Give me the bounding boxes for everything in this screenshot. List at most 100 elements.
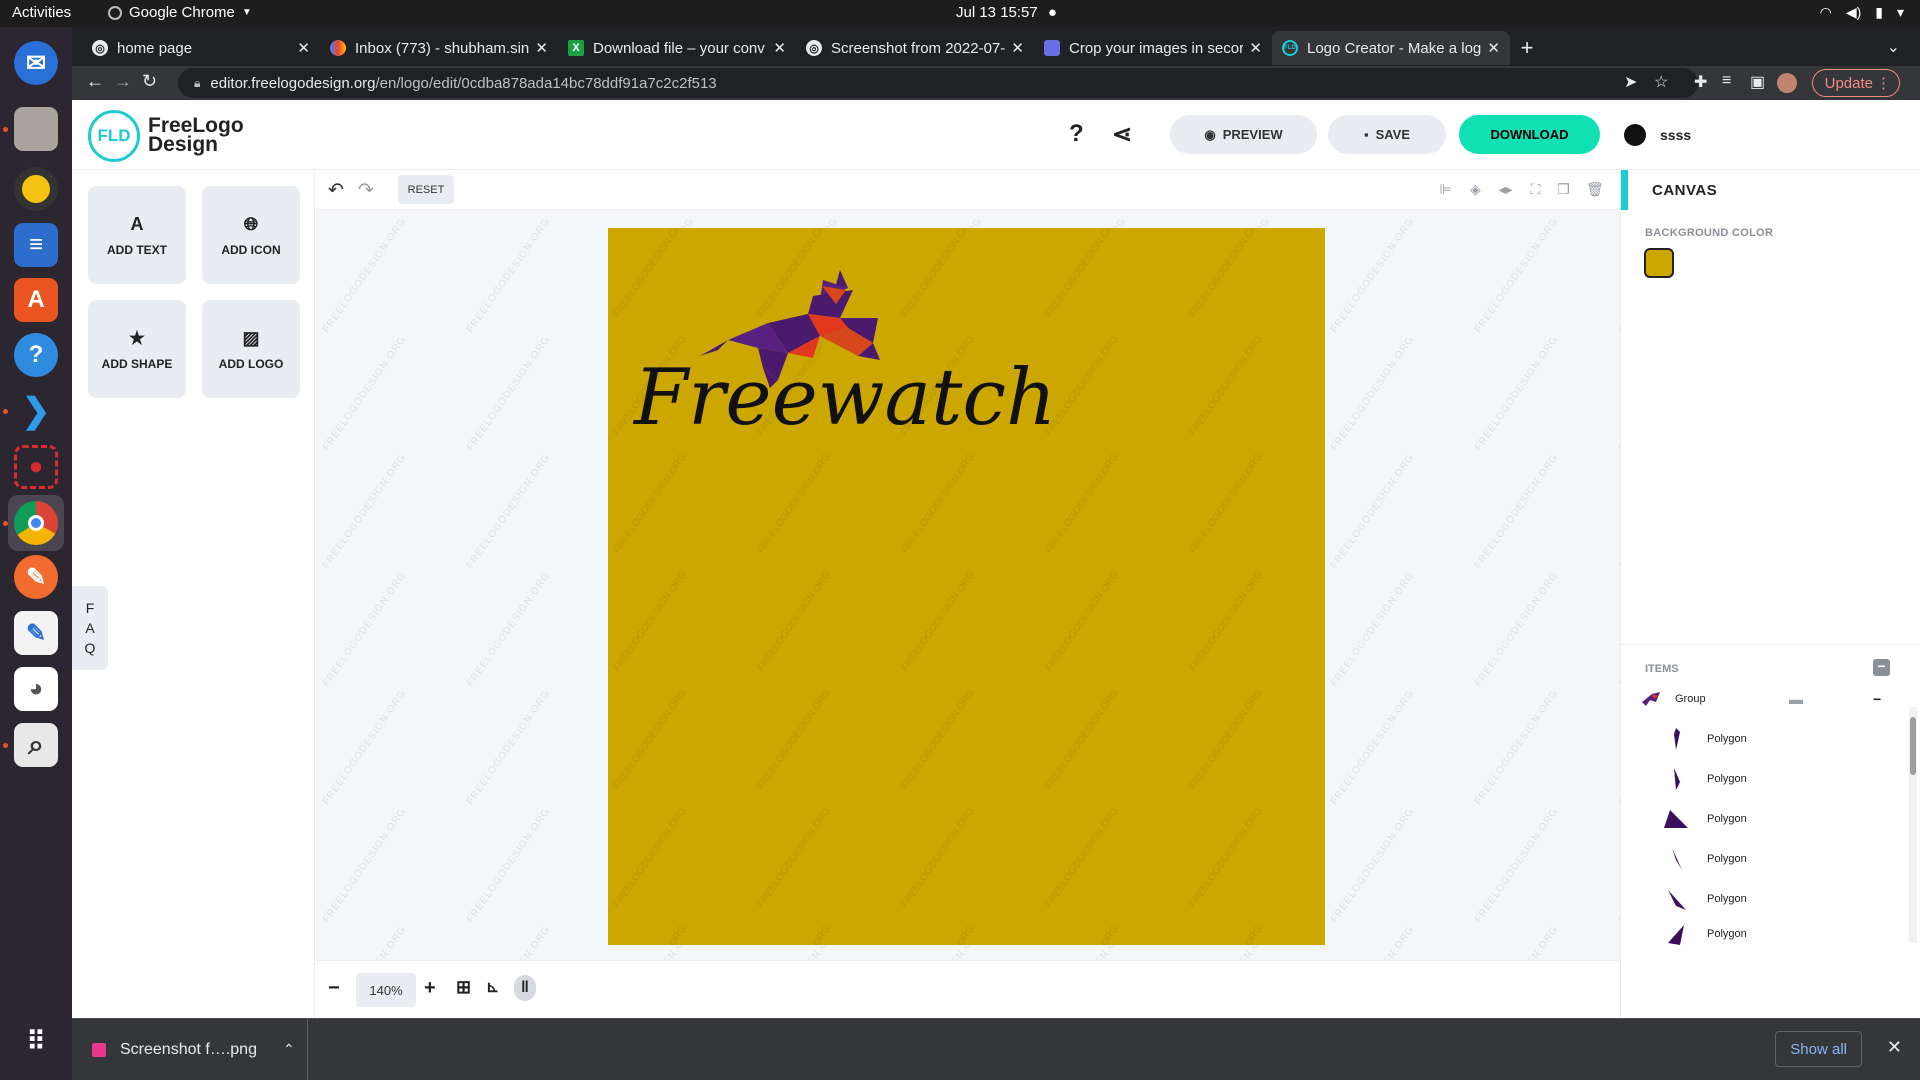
app-center-icon: A [14, 278, 58, 322]
tab-home-page[interactable]: ◎ home page ✕ [82, 31, 320, 65]
zoom-in-icon[interactable]: + [424, 977, 436, 1000]
close-downloads-icon[interactable]: ✕ [1887, 1037, 1902, 1058]
close-tab-icon[interactable]: ✕ [1011, 39, 1024, 57]
brand-name[interactable]: FreeLogo Design [148, 115, 244, 155]
preview-button[interactable]: ◉ PREVIEW [1170, 115, 1317, 154]
reload-icon[interactable]: ↻ [142, 71, 157, 92]
new-tab-button[interactable]: + [1510, 31, 1544, 65]
watermark-text: FREELOGODESIGN.ORG [464, 570, 553, 689]
add-text-button[interactable]: A ADD TEXT [88, 186, 186, 284]
dock-vscode[interactable]: ❯ [8, 383, 64, 439]
dock-rhythmbox[interactable] [8, 161, 64, 217]
dock-screen-recorder[interactable]: ● [8, 439, 64, 495]
scrollbar-thumb[interactable] [1910, 717, 1916, 775]
update-button[interactable]: Update ⋮ [1811, 69, 1900, 97]
layer-polygon[interactable]: Polygon [1661, 879, 1920, 919]
align-icon[interactable]: ⊫ [1438, 182, 1453, 197]
faq-tab[interactable]: F A Q [72, 586, 108, 670]
dock-app-center[interactable]: A [8, 272, 64, 328]
side-panel-icon[interactable]: ▣ [1750, 72, 1765, 92]
close-tab-icon[interactable]: ✕ [535, 39, 548, 57]
download-button[interactable]: DOWNLOAD [1459, 115, 1600, 154]
show-applications-button[interactable]: ⠿ [8, 1013, 64, 1069]
redo-icon[interactable]: ↷ [358, 179, 374, 202]
zoom-level[interactable]: 140% [356, 973, 416, 1007]
back-icon[interactable]: ← [86, 71, 104, 92]
close-tab-icon[interactable]: ✕ [1249, 39, 1262, 57]
activities-button[interactable]: Activities [12, 4, 71, 21]
dock-files[interactable] [8, 101, 64, 157]
layer-polygon[interactable]: Polygon [1661, 799, 1920, 839]
tab-screenshot[interactable]: ◎ Screenshot from 2022-07- ✕ [796, 31, 1034, 65]
polygon-thumb-icon [1661, 764, 1691, 794]
chevron-up-icon[interactable]: ⌃ [283, 1041, 295, 1058]
tab-search-icon[interactable]: ⌄ [1887, 37, 1900, 57]
layer-polygon[interactable]: Polygon [1661, 839, 1920, 879]
flip-icon[interactable]: ◂▸ [1498, 182, 1513, 197]
tab-download-file[interactable]: X Download file – your conv ✕ [558, 31, 796, 65]
dock-gimp[interactable]: ◕ [8, 661, 64, 717]
background-color-swatch[interactable] [1644, 248, 1674, 278]
dock-chrome[interactable] [8, 495, 64, 551]
share-icon[interactable]: ⋖ [1112, 120, 1132, 149]
undo-icon[interactable]: ↶ [328, 179, 344, 202]
wifi-icon: ◠ [1819, 4, 1832, 20]
tab-crop-images[interactable]: Crop your images in secor ✕ [1034, 31, 1272, 65]
tab-title: Inbox (773) - shubham.sin [355, 39, 530, 57]
tab-logo-creator[interactable]: FLD Logo Creator - Make a log ✕ [1272, 31, 1510, 65]
add-icon-button[interactable]: 🌐︎ ADD ICON [202, 186, 300, 284]
guides-toggle-icon[interactable]: ‖ [514, 975, 536, 1001]
bookmark-star-icon[interactable]: ☆ [1654, 72, 1668, 92]
show-all-button[interactable]: Show all [1775, 1031, 1862, 1067]
layer-polygon[interactable]: Polygon [1661, 919, 1920, 949]
close-tab-icon[interactable]: ✕ [297, 39, 310, 57]
fld-logo-icon[interactable]: FLD [88, 110, 140, 162]
close-tab-icon[interactable]: ✕ [1487, 39, 1500, 57]
watermark-text: FREELOGODESIGN.ORG [465, 924, 553, 960]
watermark-text: FREELOGODESIGN.ORG [1328, 688, 1417, 807]
download-item[interactable]: Screenshot f….png ⌃ [72, 1019, 308, 1080]
zoom-out-icon[interactable]: − [328, 977, 340, 1000]
folder-icon[interactable]: ▬ [1789, 691, 1803, 707]
logo-artwork[interactable]: FREELOGODESIGN.ORG FREELOGODESIGN.ORG FREE… [608, 228, 1325, 945]
tab-inbox[interactable]: Inbox (773) - shubham.sin ✕ [320, 31, 558, 65]
close-tab-icon[interactable]: ✕ [773, 39, 786, 57]
add-shape-button[interactable]: ★ ADD SHAPE [88, 300, 186, 398]
omnibox[interactable]: 🔒︎ editor.freelogodesign.org/en/logo/edi… [178, 68, 1698, 98]
profile-avatar[interactable] [1777, 73, 1797, 93]
canvas-area[interactable]: FREELOGODESIGN.ORG FREELOGODESIGN.ORG FREE… [316, 210, 1620, 960]
items-scrollbar[interactable] [1909, 707, 1917, 943]
media-queue-icon[interactable]: ≡ [1722, 72, 1731, 90]
add-logo-button[interactable]: ▨ ADD LOGO [202, 300, 300, 398]
reset-button[interactable]: RESET [398, 175, 454, 204]
layer-polygon[interactable]: Polygon [1661, 759, 1920, 799]
fit-icon[interactable]: ⛶ [1528, 182, 1543, 197]
save-button[interactable]: ▪ SAVE [1328, 115, 1446, 154]
help-question-icon[interactable]: ? [1069, 120, 1084, 148]
logo-wordmark[interactable]: Freewatch [632, 353, 1056, 443]
send-tab-icon[interactable]: ➤ [1624, 72, 1637, 92]
delete-icon[interactable]: 🗑︎ [1586, 182, 1604, 197]
user-menu[interactable]: ssss [1624, 124, 1691, 146]
dock-thunderbird[interactable]: ✉ [8, 35, 64, 91]
collapse-items-icon[interactable]: − [1873, 659, 1890, 676]
dock-writer[interactable]: ≡ [8, 217, 64, 273]
dock-text-editor[interactable]: ✎ [8, 605, 64, 661]
dock-help[interactable]: ? [8, 327, 64, 383]
clock[interactable]: Jul 13 15:57 ● [956, 4, 1057, 21]
dock-inkscape[interactable]: ✎ [8, 549, 64, 605]
system-tray[interactable]: ◠ ◀) ▮ ▾ [1820, 4, 1904, 21]
layers-icon[interactable]: ◈ [1468, 182, 1483, 197]
watermark-text: FREELOGODESIGN.ORG [1472, 806, 1561, 925]
app-menu[interactable]: Google Chrome ▼ [108, 4, 252, 21]
layer-group[interactable]: Group ▬ − [1635, 679, 1915, 719]
collapse-group-icon[interactable]: − [1873, 691, 1881, 707]
dock-image-viewer[interactable]: ⌕ [8, 717, 64, 773]
extensions-icon[interactable]: ✚ [1694, 72, 1707, 92]
layer-polygon[interactable]: Polygon [1661, 719, 1920, 759]
ruler-icon[interactable]: ⊾ [486, 977, 499, 997]
grid-icon[interactable]: ⊞ [456, 977, 471, 998]
duplicate-icon[interactable]: ❐ [1556, 182, 1571, 197]
forward-icon[interactable]: → [114, 71, 132, 92]
logo-canvas[interactable]: FREELOGODESIGN.ORG FREELOGODESIGN.ORG FREE… [608, 228, 1325, 945]
